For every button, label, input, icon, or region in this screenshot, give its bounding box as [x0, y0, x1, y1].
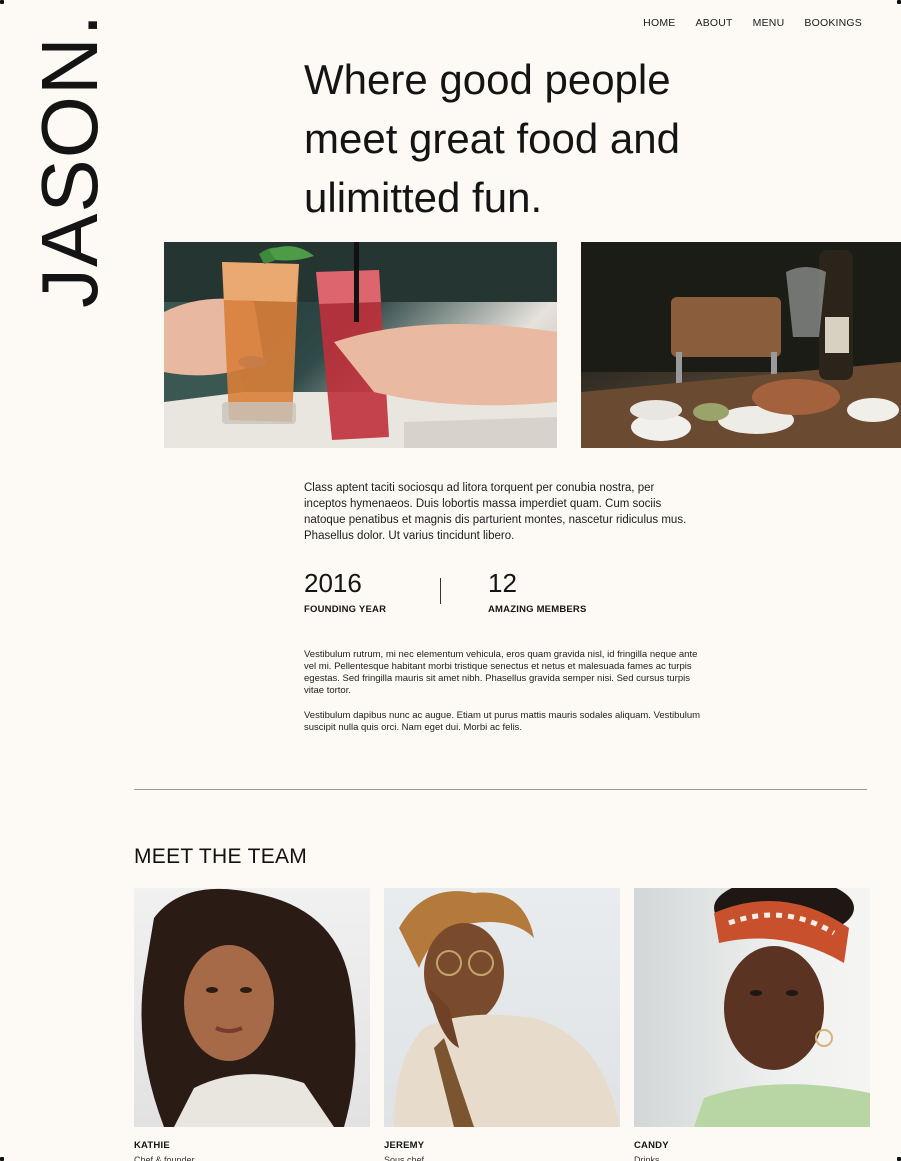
brand-logo[interactable]: JASON.	[25, 13, 114, 308]
stat-members: 12 AMAZING MEMBERS	[488, 568, 587, 615]
frame-corner	[897, 0, 901, 4]
team-member-name: KATHIE	[134, 1140, 170, 1151]
team-member-card: CANDY Drinks	[634, 888, 870, 1161]
about-paragraph: Vestibulum rutrum, mi nec elementum vehi…	[304, 649, 698, 696]
about-intro: Class aptent taciti sociosqu ad litora t…	[304, 482, 687, 542]
about-body: Vestibulum rutrum, mi nec elementum vehi…	[304, 649, 704, 734]
team-member-photo	[134, 888, 370, 1127]
team-member-name: CANDY	[634, 1140, 669, 1151]
nav-menu-link[interactable]: MENU	[753, 17, 785, 29]
frame-corner	[0, 1157, 4, 1161]
stat-founding-year: 2016 FOUNDING YEAR	[304, 568, 386, 615]
nav-home-link[interactable]: HOME	[643, 17, 675, 29]
team-section-title: MEET THE TEAM	[134, 845, 308, 868]
frame-corner	[0, 0, 4, 4]
stat-value: 2016	[304, 568, 362, 598]
frame-corner	[897, 1157, 901, 1161]
team-member-card: JEREMY Sous chef	[384, 888, 620, 1161]
portrait-illustration	[694, 888, 870, 1127]
stat-label: AMAZING MEMBERS	[488, 604, 587, 615]
team-member-role: Chef & founder	[134, 1155, 195, 1161]
cocktails-toast-photo	[164, 242, 557, 448]
stat-label: FOUNDING YEAR	[304, 604, 387, 615]
cocktails-illustration	[164, 242, 557, 448]
stat-value: 12	[488, 568, 517, 598]
team-member-photo	[384, 888, 620, 1127]
restaurant-table-illustration	[581, 242, 901, 448]
section-divider	[134, 789, 867, 790]
team-member-role: Drinks	[634, 1155, 660, 1161]
stat-divider	[440, 578, 441, 604]
about-paragraph: Vestibulum dapibus nunc ac augue. Etiam …	[304, 710, 701, 733]
team-member-role: Sous chef	[384, 1155, 425, 1161]
nav-about-link[interactable]: ABOUT	[695, 17, 732, 29]
portrait-illustration	[394, 891, 620, 1127]
main-nav: HOME ABOUT MENU BOOKINGS	[643, 17, 862, 29]
hero-headline: Where good people meet great food and ul…	[304, 56, 680, 221]
portrait-illustration	[141, 888, 356, 1127]
team-member-name: JEREMY	[384, 1140, 425, 1151]
restaurant-table-photo	[581, 242, 901, 448]
team-member-card: KATHIE Chef & founder	[134, 888, 370, 1161]
nav-bookings-link[interactable]: BOOKINGS	[804, 17, 862, 29]
team-member-photo	[634, 888, 870, 1127]
